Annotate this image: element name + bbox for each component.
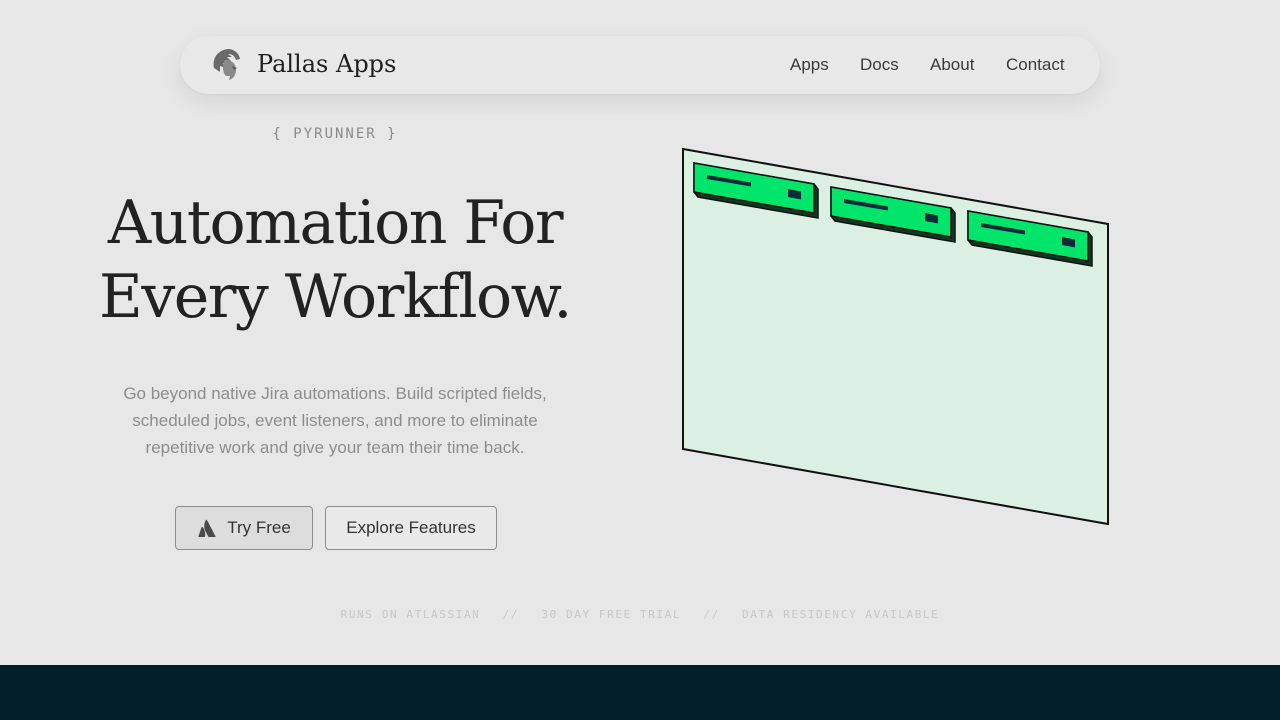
trust-separator: // (502, 608, 520, 621)
explore-features-button[interactable]: Explore Features (325, 506, 497, 550)
automation-illustration (682, 147, 1109, 526)
try-free-button[interactable]: Try Free (175, 506, 313, 550)
headline-line-1: Automation For (107, 188, 564, 258)
trust-separator: // (703, 608, 720, 621)
atlassian-icon (198, 519, 217, 537)
trust-item-trial: 30 DAY FREE TRIAL (541, 608, 682, 621)
explore-features-label: Explore Features (346, 518, 476, 537)
product-eyebrow: { PYRUNNER } (272, 126, 398, 142)
trust-item-residency: DATA RESIDENCY AVAILABLE (742, 608, 940, 621)
headline-line-2: Every Workflow. (99, 262, 572, 332)
trust-item-atlassian: RUNS ON ATLASSIAN (340, 608, 481, 621)
nav-link-docs[interactable]: Docs (860, 55, 899, 75)
greek-helmet-head-icon[interactable] (208, 46, 244, 82)
try-free-label: Try Free (227, 518, 291, 537)
nav-link-apps[interactable]: Apps (790, 55, 829, 75)
brand-name[interactable]: Pallas Apps (257, 50, 396, 78)
nav-link-contact[interactable]: Contact (1006, 55, 1065, 75)
nav-link-about[interactable]: About (930, 55, 974, 75)
trust-strip: RUNS ON ATLASSIAN // 30 DAY FREE TRIAL /… (0, 608, 1280, 621)
hero-description: Go beyond native Jira automations. Build… (123, 384, 547, 457)
dark-section-band (0, 665, 1280, 720)
hero-headline: Automation For Every Workflow. (0, 186, 670, 334)
